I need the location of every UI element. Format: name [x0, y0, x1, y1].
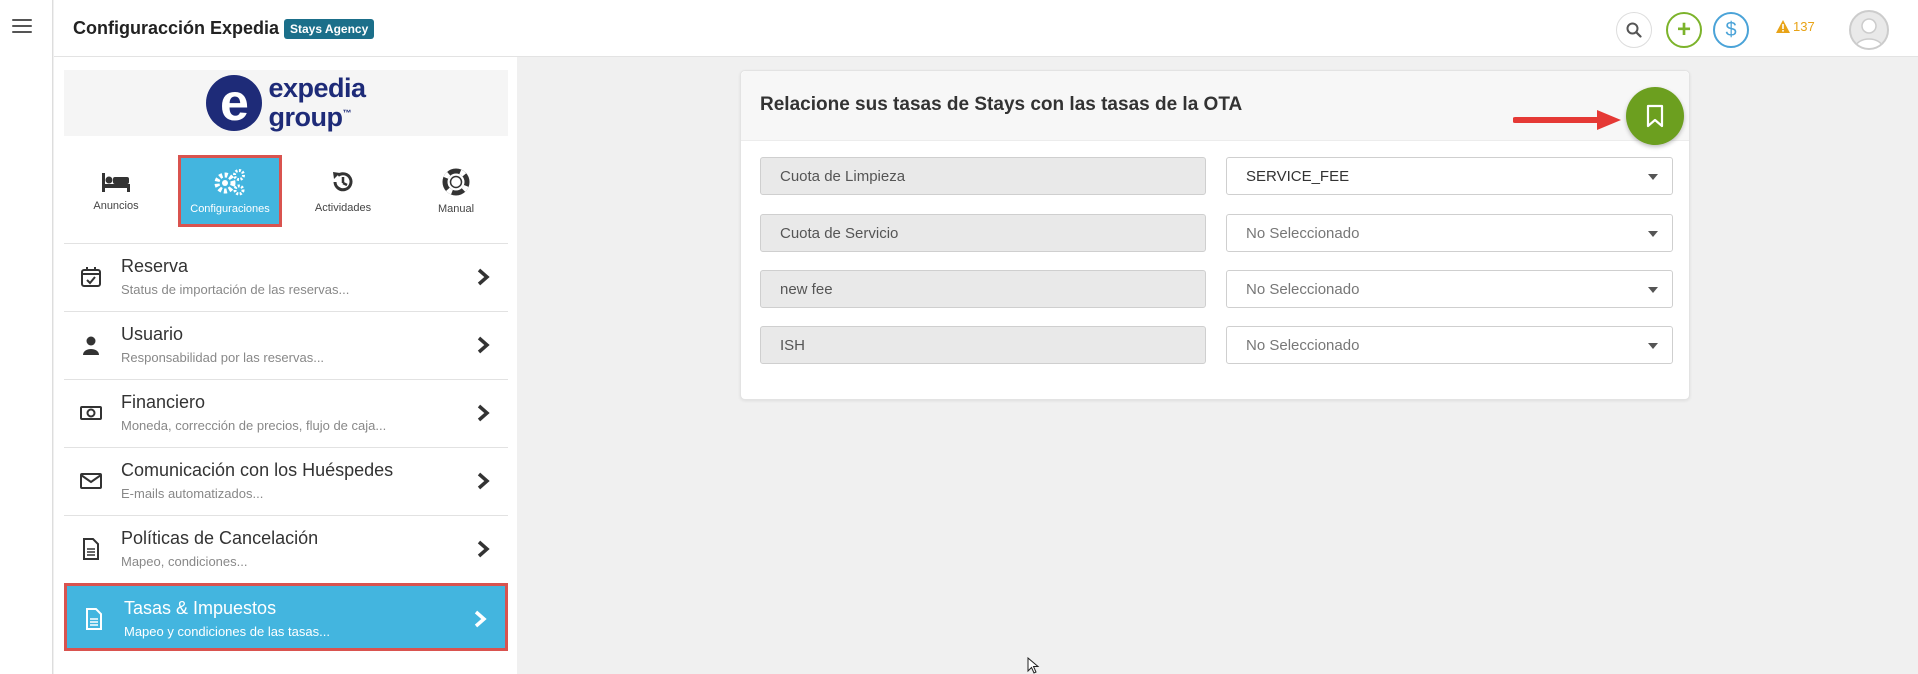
account-badge: Stays Agency [284, 19, 375, 39]
calendar-check-icon [81, 267, 101, 287]
tile-configuraciones[interactable]: Configuraciones [178, 155, 282, 227]
document-icon [83, 538, 99, 560]
nav-item-title: Políticas de Cancelación [121, 528, 319, 548]
user-avatar-icon [1854, 18, 1884, 48]
nav-item-politicas-cancelacion[interactable]: Políticas de Cancelación Mapeo, condicio… [64, 515, 508, 583]
stays-fee-field: Cuota de Servicio [760, 214, 1206, 252]
chevron-right-icon [477, 472, 490, 490]
select-value: No Seleccionado [1246, 281, 1360, 298]
fee-mapping-row: Cuota de Servicio No Seleccionado [760, 214, 1673, 252]
document-icon [86, 608, 102, 630]
nav-item-title: Tasas & Impuestos [124, 598, 277, 618]
nav-item-subtitle: Mapeo, condiciones... [121, 554, 248, 569]
fee-mapping-row: Cuota de Limpieza SERVICE_FEE [760, 157, 1673, 195]
nav-item-title: Financiero [121, 392, 206, 412]
warning-icon [1776, 20, 1790, 33]
add-button[interactable]: + [1666, 12, 1702, 48]
gears-icon [214, 168, 245, 195]
alerts-button[interactable]: 137 [1776, 19, 1815, 34]
stays-fee-field: new fee [760, 270, 1206, 308]
bookmark-icon [1646, 104, 1664, 128]
chevron-right-icon [477, 268, 490, 286]
chevron-right-icon [477, 336, 490, 354]
select-value: No Seleccionado [1246, 225, 1360, 242]
annotation-arrow [1513, 110, 1621, 130]
nav-item-comunicacion[interactable]: Comunicación con los Huéspedes E-mails a… [64, 447, 508, 515]
nav-item-title: Comunicación con los Huéspedes [121, 460, 394, 480]
ota-fee-select[interactable]: No Seleccionado [1226, 326, 1673, 364]
nav-item-tasas-impuestos[interactable]: Tasas & Impuestos Mapeo y condiciones de… [64, 583, 508, 651]
nav-item-subtitle: Status de importación de las reservas... [121, 282, 350, 297]
user-icon [83, 336, 99, 355]
tile-actividades[interactable]: Actividades [291, 155, 395, 227]
settings-nav-list: Reserva Status de importación de las res… [64, 243, 508, 651]
card-header: Relacione sus tasas de Stays con las tas… [741, 71, 1689, 141]
fee-mapping-row: new fee No Seleccionado [760, 270, 1673, 308]
billing-button[interactable]: $ [1713, 12, 1749, 48]
nav-item-subtitle: E-mails automatizados... [121, 486, 264, 501]
chevron-right-icon [477, 540, 490, 558]
tile-label: Configuraciones [190, 202, 270, 215]
history-icon [333, 171, 353, 191]
nav-item-title: Reserva [121, 256, 189, 276]
avatar[interactable] [1849, 10, 1889, 50]
select-value: No Seleccionado [1246, 337, 1360, 354]
page-title: Configuracción Expedia [73, 18, 280, 38]
nav-item-subtitle: Mapeo y condiciones de las tasas... [124, 624, 330, 639]
alert-count: 137 [1793, 19, 1815, 34]
stays-fee-field: ISH [760, 326, 1206, 364]
search-button[interactable] [1616, 12, 1652, 48]
stays-fee-field: Cuota de Limpieza [760, 157, 1206, 195]
caret-down-icon [1648, 343, 1658, 349]
lifebuoy-icon [442, 168, 470, 195]
search-icon [1626, 22, 1642, 38]
nav-item-subtitle: Responsabilidad por las reservas... [121, 350, 325, 365]
chevron-right-icon [477, 404, 490, 422]
nav-item-title: Usuario [121, 324, 184, 344]
logo-wordmark: expedia group™ [268, 73, 366, 132]
caret-down-icon [1648, 174, 1658, 180]
ota-fee-select[interactable]: No Seleccionado [1226, 214, 1673, 252]
plus-icon: + [1676, 16, 1691, 43]
top-bar: Configuracción Expedia Stays Agency + $ … [54, 0, 1918, 57]
hamburger-menu-icon[interactable] [12, 19, 32, 35]
nav-item-subtitle: Moneda, corrección de precios, flujo de … [121, 418, 387, 433]
card-title: Relacione sus tasas de Stays con las tas… [760, 94, 1243, 115]
nav-item-reserva[interactable]: Reserva Status de importación de las res… [64, 243, 508, 311]
ota-fee-select[interactable]: SERVICE_FEE [1226, 157, 1673, 195]
bed-icon [102, 172, 130, 192]
save-button[interactable] [1626, 87, 1684, 145]
tile-manual[interactable]: Manual [404, 155, 508, 227]
settings-sidebar: e expedia group™ Anuncios Configuracione… [54, 57, 517, 674]
expedia-logo-mark: e [206, 75, 263, 131]
mouse-cursor-icon [1027, 657, 1040, 674]
ota-fee-select[interactable]: No Seleccionado [1226, 270, 1673, 308]
chevron-right-icon [474, 610, 487, 628]
nav-item-financiero[interactable]: Financiero Moneda, corrección de precios… [64, 379, 508, 447]
section-tiles: Anuncios Configuraciones Actividades Man… [64, 155, 508, 227]
money-icon [80, 406, 102, 420]
caret-down-icon [1648, 287, 1658, 293]
tile-label: Manual [437, 202, 475, 215]
fee-mapping-row: ISH No Seleccionado [760, 326, 1673, 364]
dollar-icon: $ [1725, 18, 1737, 41]
select-value: SERVICE_FEE [1246, 168, 1350, 185]
caret-down-icon [1648, 231, 1658, 237]
tile-label: Actividades [314, 201, 372, 214]
tile-anuncios[interactable]: Anuncios [64, 155, 168, 227]
expedia-group-logo: e expedia group™ [64, 70, 508, 136]
tile-label: Anuncios [93, 199, 139, 212]
nav-item-usuario[interactable]: Usuario Responsabilidad por las reservas… [64, 311, 508, 379]
left-rail [0, 0, 53, 674]
envelope-icon [80, 473, 102, 489]
